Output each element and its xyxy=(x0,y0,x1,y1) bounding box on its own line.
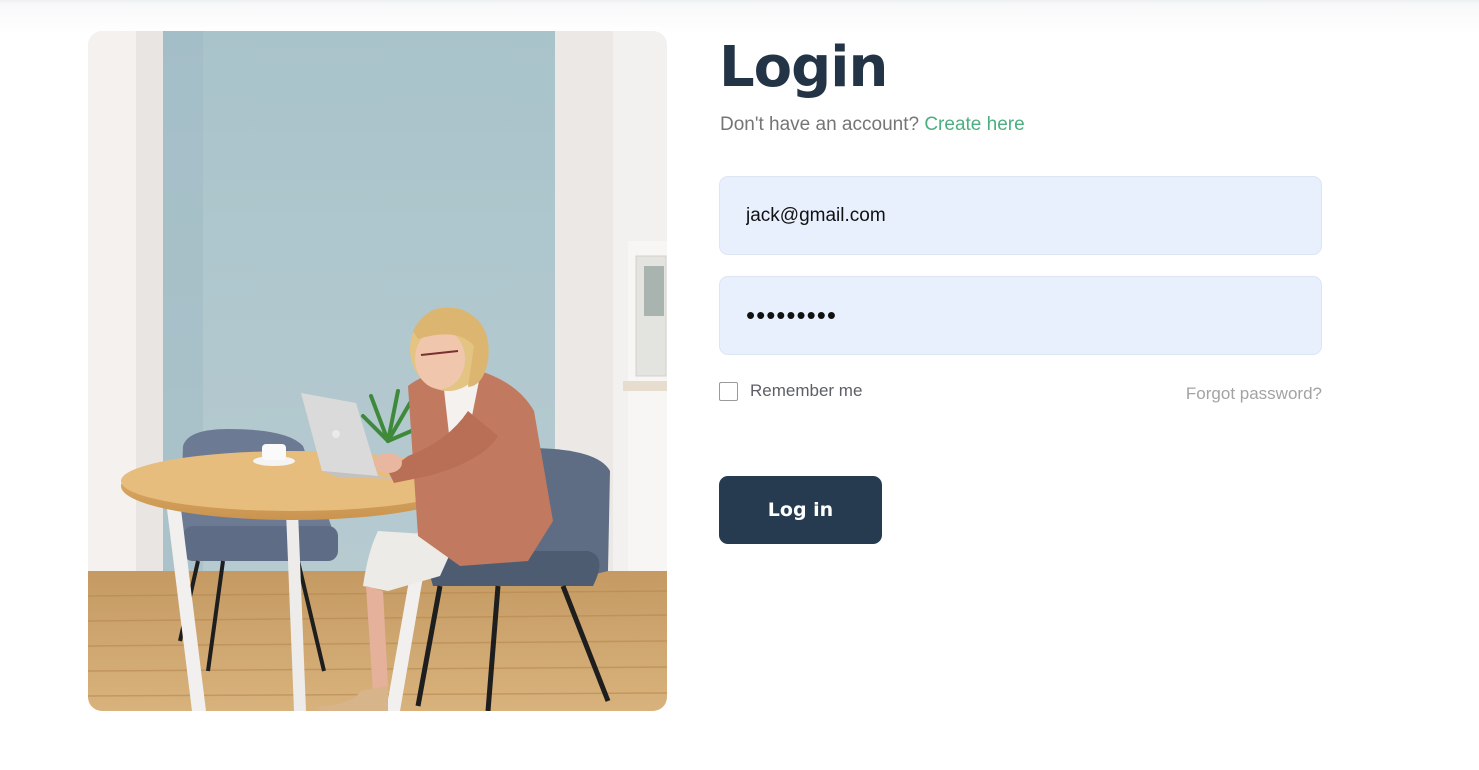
password-field[interactable] xyxy=(719,276,1322,355)
signup-prompt: Don't have an account? Create here xyxy=(720,114,1025,136)
header-shadow xyxy=(0,0,1479,34)
login-button[interactable]: Log in xyxy=(719,476,882,544)
email-field[interactable] xyxy=(719,176,1322,255)
page-title: Login xyxy=(719,35,888,100)
remember-me[interactable]: Remember me xyxy=(719,381,862,401)
create-account-link[interactable]: Create here xyxy=(924,114,1024,135)
forgot-password-link[interactable]: Forgot password? xyxy=(1186,384,1322,404)
signup-prompt-text: Don't have an account? xyxy=(720,114,920,135)
hero-photo xyxy=(88,31,667,711)
remember-me-label: Remember me xyxy=(750,381,863,400)
remember-me-checkbox[interactable] xyxy=(719,381,738,401)
